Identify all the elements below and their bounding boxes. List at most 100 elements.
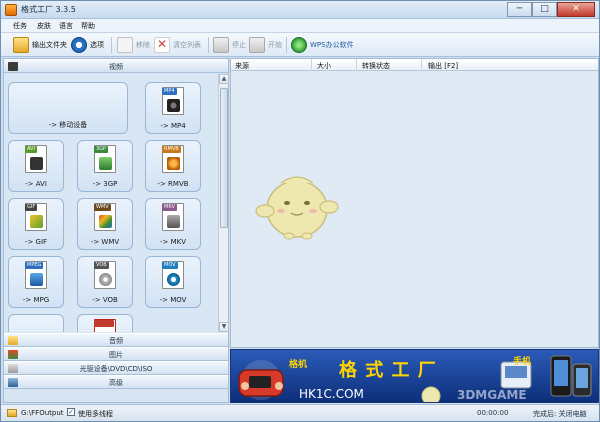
after-complete-label: 完成后: 关闭电脑 [533, 410, 587, 418]
start-button[interactable]: 开始 [249, 36, 282, 53]
column-output[interactable]: 输出 [F2] [428, 61, 458, 71]
column-source[interactable]: 来源 [235, 61, 249, 71]
mp4-file-icon: MP4 [162, 87, 184, 115]
menu-task[interactable]: 任务 [13, 21, 27, 31]
task-list-header: 来源 大小 转换状态 输出 [F2] [231, 59, 598, 71]
category-advanced[interactable]: 高级 [4, 375, 228, 389]
gif-file-icon: GIF [25, 203, 47, 231]
window-title: 格式工厂 3.3.5 [21, 5, 76, 14]
clear-icon: ✕ [154, 36, 170, 53]
file-icon [94, 319, 116, 332]
options-button[interactable]: 选项 [71, 36, 104, 53]
3gp-file-icon: 3GP [94, 145, 116, 173]
mov-file-icon: MOV [162, 261, 184, 289]
start-icon [249, 36, 265, 53]
banner-sub: HK1C.COM [299, 387, 364, 401]
category-image[interactable]: 图片 [4, 347, 228, 361]
mkv-file-icon: MKV [162, 203, 184, 231]
tile-label: -> WMV [90, 238, 120, 246]
stop-icon [213, 36, 229, 53]
tile-wmv[interactable]: WMV -> WMV [77, 198, 133, 250]
tile-mov[interactable]: MOV -> MOV [145, 256, 201, 308]
category-rom-label: 光驱设备\DVD\CD\ISO [79, 365, 153, 373]
tile-label: -> MOV [159, 296, 187, 304]
tile-gif[interactable]: GIF -> GIF [8, 198, 64, 250]
close-button[interactable]: ✕ [557, 2, 595, 17]
scroll-thumb[interactable] [220, 88, 228, 228]
stop-button[interactable]: 停止 [213, 36, 246, 53]
app-window: 格式工厂 3.3.5 ─ □ ✕ 任务 皮肤 语言 帮助 输出文件夹 选项 移除… [0, 0, 600, 422]
category-panel: 视频 -> 移动设备 MP4 -> MP4 AVI -> AVI 3GP -> … [3, 58, 229, 403]
clear-list-button[interactable]: ✕ 清空列表 [154, 36, 201, 53]
rmvb-file-icon: RMVB [162, 145, 184, 173]
task-list[interactable]: 来源 大小 转换状态 输出 [F2] [230, 58, 599, 348]
status-bar: G:\FFOutput ✓ 使用多线程 00:00:00 完成后: 关闭电脑 [1, 404, 599, 421]
tile-label: -> MP4 [160, 122, 186, 130]
format-grid-scrollbar[interactable]: ▲ ▼ [218, 74, 229, 332]
category-audio[interactable]: 音频 [4, 333, 228, 347]
remove-button[interactable]: 移除 [117, 36, 150, 53]
toolbar-divider [208, 37, 209, 53]
tile-rmvb[interactable]: RMVB -> RMVB [145, 140, 201, 192]
tile-label: -> RMVB [157, 180, 189, 188]
menu-bar: 任务 皮肤 语言 帮助 [1, 19, 599, 33]
tile-mkv[interactable]: MKV -> MKV [145, 198, 201, 250]
output-folder-button[interactable]: 输出文件夹 [13, 36, 67, 53]
wps-label: WPS办公软件 [310, 40, 354, 49]
tile-avi[interactable]: AVI -> AVI [8, 140, 64, 192]
tile-vob[interactable]: VOB -> VOB [77, 256, 133, 308]
category-advanced-label: 高级 [109, 379, 123, 387]
output-path: G:\FFOutput [21, 409, 64, 417]
tile-mp4[interactable]: MP4 -> MP4 [145, 82, 201, 134]
menu-language[interactable]: 语言 [59, 21, 73, 31]
remove-icon [117, 36, 133, 53]
format-grid: -> 移动设备 MP4 -> MP4 AVI -> AVI 3GP -> 3GP… [4, 74, 218, 332]
options-icon [71, 36, 87, 53]
tile-label: -> 移动设备 [48, 121, 88, 129]
output-folder-label: 输出文件夹 [32, 40, 67, 49]
wmv-file-icon: WMV [94, 203, 116, 231]
toolbar-divider [286, 37, 287, 53]
promo-banner[interactable]: 格机 格 式 工 厂 HK1C.COM 手机 3DMGAME [230, 349, 599, 403]
banner-right-label: 手机 [513, 357, 532, 367]
wps-button[interactable]: WPS办公软件 [291, 36, 354, 53]
banner-watermark: 3DMGAME [457, 388, 527, 402]
minimize-button[interactable]: ─ [507, 2, 532, 17]
category-image-label: 图片 [109, 351, 123, 359]
menu-skin[interactable]: 皮肤 [37, 21, 51, 31]
multithread-checkbox[interactable]: ✓ [67, 408, 75, 416]
banner-brand: 格 式 工 厂 [339, 360, 437, 381]
tile-mobile-device[interactable]: -> 移动设备 [8, 82, 128, 134]
avi-file-icon: AVI [25, 145, 47, 173]
elapsed-time: 00:00:00 [477, 409, 509, 417]
tile-label: -> MPG [22, 296, 50, 304]
column-size[interactable]: 大小 [317, 61, 331, 71]
tile-partial[interactable] [77, 314, 133, 332]
menu-help[interactable]: 帮助 [81, 21, 95, 31]
tile-label: -> 3GP [92, 180, 118, 188]
app-logo-icon [5, 4, 17, 16]
clear-list-label: 清空列表 [173, 40, 201, 49]
tile-mpg[interactable]: MPEG -> MPG [8, 256, 64, 308]
tile-label: -> GIF [24, 238, 48, 246]
scroll-down-arrow-icon[interactable]: ▼ [219, 322, 229, 332]
start-label: 开始 [268, 40, 282, 49]
toolbar-divider [111, 37, 112, 53]
multithread-label: 使用多线程 [78, 410, 113, 418]
tile-label: -> MKV [159, 238, 187, 246]
column-status[interactable]: 转换状态 [362, 61, 390, 71]
tile-3gp[interactable]: 3GP -> 3GP [77, 140, 133, 192]
category-rom[interactable]: 光驱设备\DVD\CD\ISO [4, 361, 228, 375]
scroll-up-arrow-icon[interactable]: ▲ [219, 74, 229, 84]
mpg-file-icon: MPEG [25, 261, 47, 289]
folder-icon[interactable] [7, 409, 17, 417]
category-audio-label: 音频 [109, 337, 123, 345]
tile-partial[interactable] [8, 314, 64, 332]
remove-label: 移除 [136, 40, 150, 49]
maximize-button[interactable]: □ [532, 2, 557, 17]
stop-label: 停止 [232, 40, 246, 49]
window-controls: ─ □ ✕ [507, 2, 595, 17]
category-video[interactable]: 视频 [4, 59, 228, 73]
toolbar: 输出文件夹 选项 移除 ✕ 清空列表 停止 开始 WPS办公软件 [1, 33, 599, 57]
banner-left-label: 格机 [289, 360, 308, 370]
